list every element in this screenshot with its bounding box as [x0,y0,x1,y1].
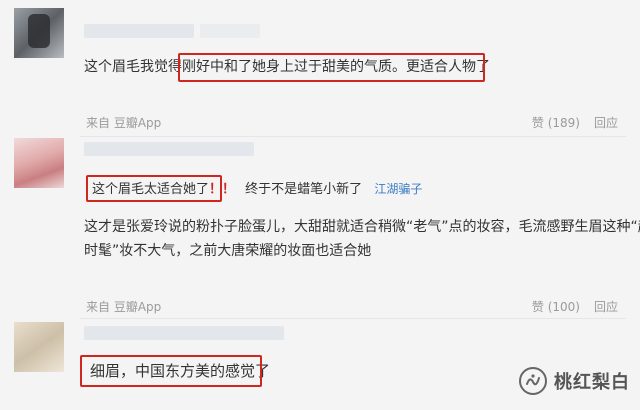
watermark-text: 桃红梨白 [554,372,630,393]
comment-actions: 赞 (100) 回应 [518,298,618,315]
like-button[interactable]: 赞 (100) [532,300,580,314]
like-count: (100) [547,300,580,314]
timestamp-blurred [200,24,260,38]
reply-button[interactable]: 回应 [594,116,618,130]
quote-author-link[interactable]: 江湖骗子 [374,182,422,196]
reply-button[interactable]: 回应 [594,300,618,314]
highlight-box [80,355,262,387]
comment-source: 来自 豆瓣App [86,116,162,130]
divider [80,136,626,137]
username-blurred[interactable] [84,24,194,38]
comment-body-line-1: 这才是张爱玲说的粉扑子脸蛋儿，大甜甜就适合稍微“老气”点的妆容，毛流感野生眉这种… [84,219,640,235]
wechat-official-account-icon [519,367,547,395]
username-blurred[interactable] [84,326,284,340]
like-count: (189) [547,116,580,130]
comment-text-lead: 这个眉毛我觉得 [84,59,182,75]
like-label: 赞 [531,116,544,130]
highlight-box [86,175,222,202]
comment-body-line-2: 时髦”妆不大气，之前大唐荣耀的妆面也适合她 [84,243,372,259]
highlight-box [178,53,485,82]
avatar[interactable] [14,322,64,372]
watermark: 桃红梨白 [518,366,630,396]
comment-source: 来自 豆瓣App [86,300,162,314]
username-blurred[interactable] [84,142,254,156]
comment-actions: 赞 (189) 回应 [518,114,618,131]
avatar[interactable] [14,138,64,188]
divider [80,318,626,319]
avatar[interactable] [14,8,64,58]
like-button[interactable]: 赞 (189) [532,116,580,130]
quote-suffix: 终于不是蜡笔小新了 [245,182,363,197]
like-label: 赞 [531,300,544,314]
